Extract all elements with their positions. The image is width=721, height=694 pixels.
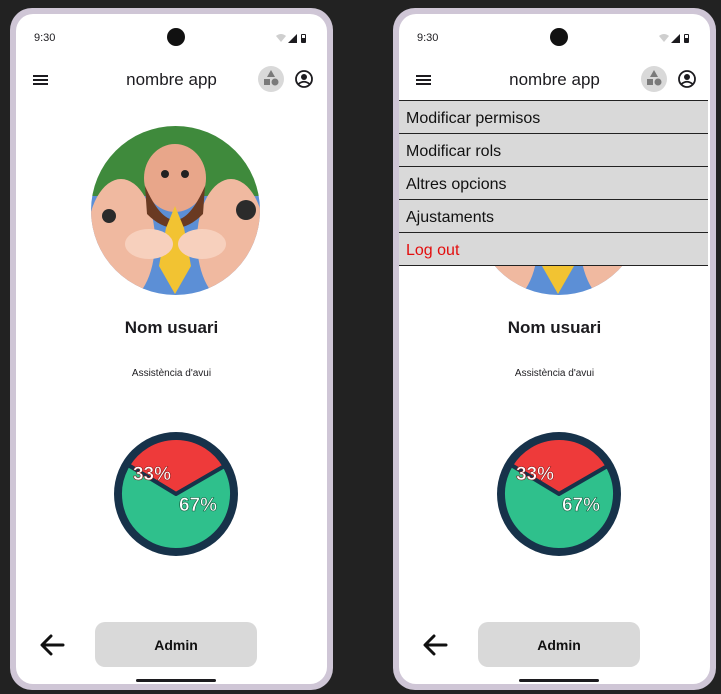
- attendance-label: Assistència d'avui: [514, 368, 595, 379]
- admin-button[interactable]: Admin: [478, 622, 640, 667]
- shapes-icon[interactable]: [641, 66, 667, 92]
- wifi-icon: [276, 34, 286, 42]
- back-arrow-icon[interactable]: [421, 631, 449, 659]
- home-indicator: [519, 679, 599, 682]
- status-bar: 9:30: [399, 14, 710, 54]
- menu-item-other-options[interactable]: Altres opcions: [399, 167, 708, 200]
- status-time: 9:30: [34, 32, 56, 44]
- signal-icon: [288, 34, 297, 43]
- app-bar: nombre app: [399, 60, 710, 100]
- user-name: Nom usuari: [507, 318, 602, 337]
- attendance-pie-chart: 33% 67%: [114, 432, 238, 556]
- status-time: 9:30: [417, 32, 439, 44]
- attendance-pie-chart: 33% 67%: [497, 432, 621, 556]
- camera-cutout: [167, 28, 185, 46]
- pie-label-absent: 33%: [516, 464, 554, 485]
- admin-button[interactable]: Admin: [95, 622, 257, 667]
- pie-label-absent: 33%: [133, 464, 171, 485]
- profile-screen: 9:30 nombre app Nom usuari Assistència d…: [16, 14, 327, 684]
- menu-item-modify-permissions[interactable]: Modificar permisos: [399, 101, 708, 134]
- status-icons: [659, 34, 689, 43]
- back-arrow-icon[interactable]: [38, 631, 66, 659]
- camera-cutout: [550, 28, 568, 46]
- menu-item-logout[interactable]: Log out: [399, 233, 708, 266]
- signal-icon: [671, 34, 680, 43]
- pie-label-present: 67%: [179, 495, 217, 516]
- status-bar: 9:30: [16, 14, 327, 54]
- user-name: Nom usuari: [124, 318, 219, 337]
- profile-screen-menu-open: 9:30 nombre app Nom usuari Assistència d…: [399, 14, 710, 684]
- pie-label-present: 67%: [562, 495, 600, 516]
- wifi-icon: [659, 34, 669, 42]
- menu-icon[interactable]: [413, 69, 435, 91]
- menu-item-modify-roles[interactable]: Modificar rols: [399, 134, 708, 167]
- status-icons: [276, 34, 306, 43]
- attendance-label: Assistència d'avui: [131, 368, 212, 379]
- account-circle-icon[interactable]: [677, 69, 697, 89]
- phone-frame-left: 9:30 nombre app Nom usuari Assistència d…: [10, 8, 333, 690]
- home-indicator: [136, 679, 216, 682]
- app-bar: nombre app: [16, 60, 327, 100]
- menu-item-settings[interactable]: Ajustaments: [399, 200, 708, 233]
- phone-frame-right: 9:30 nombre app Nom usuari Assistència d…: [393, 8, 716, 690]
- avatar: [91, 126, 260, 295]
- shapes-icon[interactable]: [258, 66, 284, 92]
- menu-icon[interactable]: [30, 69, 52, 91]
- account-circle-icon[interactable]: [294, 69, 314, 89]
- dropdown-menu: Modificar permisos Modificar rols Altres…: [399, 100, 708, 266]
